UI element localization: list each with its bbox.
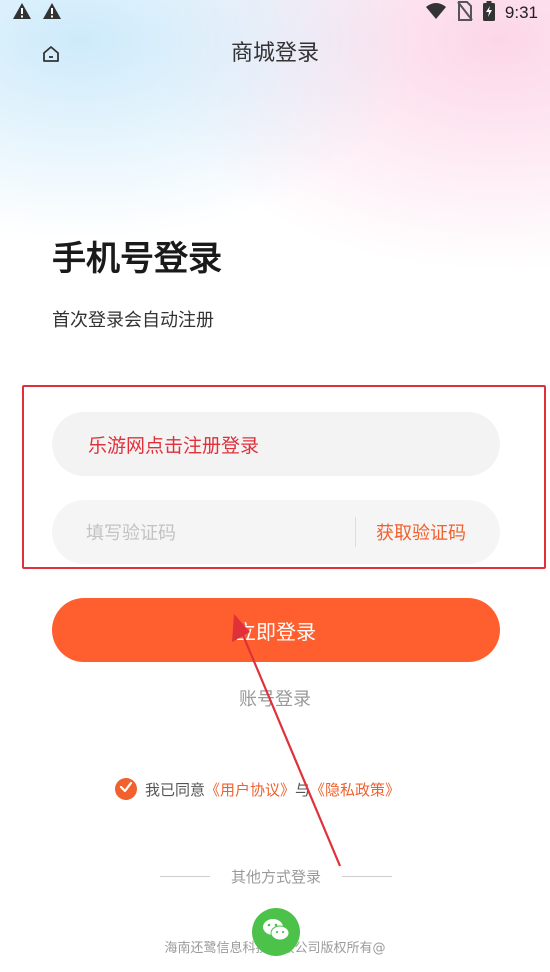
status-time: 9:31 — [504, 3, 538, 22]
wechat-icon — [261, 917, 291, 947]
status-bar-left — [12, 2, 62, 24]
user-agreement-link[interactable]: 《用户协议》 — [205, 779, 295, 800]
battery-charging-icon — [482, 1, 495, 25]
agreement-connector: 与 — [295, 780, 311, 799]
warning-icon — [12, 2, 32, 24]
privacy-policy-link[interactable]: 《隐私政策》 — [310, 779, 400, 800]
account-login-link[interactable]: 账号登录 — [0, 686, 550, 714]
no-sim-icon — [457, 1, 473, 25]
login-subtitle: 首次登录会自动注册 — [52, 310, 214, 331]
agreement-prefix: 我已同意 — [145, 780, 206, 799]
home-icon — [41, 44, 61, 68]
home-button[interactable] — [38, 44, 64, 68]
other-login-divider: 其他方式登录 — [160, 864, 392, 888]
status-bar-right: 9:31 — [425, 1, 538, 25]
divider-line-right — [341, 875, 392, 877]
other-login-label: 其他方式登录 — [230, 867, 321, 886]
login-button-label: 立即登录 — [236, 619, 316, 644]
agreement-row: 我已同意 《用户协议》 与 《隐私政策》 — [115, 776, 400, 802]
checkmark-icon — [119, 780, 133, 798]
login-button[interactable]: 立即登录 — [52, 598, 500, 662]
wechat-login-button[interactable] — [252, 908, 300, 956]
wifi-icon — [425, 2, 447, 24]
page-title: 商城登录 — [230, 41, 319, 66]
agreement-checkbox[interactable] — [115, 778, 137, 800]
annotation-highlight-box — [22, 385, 546, 569]
divider-line-left — [160, 875, 210, 877]
login-heading: 手机号登录 — [52, 239, 222, 279]
warning-icon — [42, 2, 62, 24]
